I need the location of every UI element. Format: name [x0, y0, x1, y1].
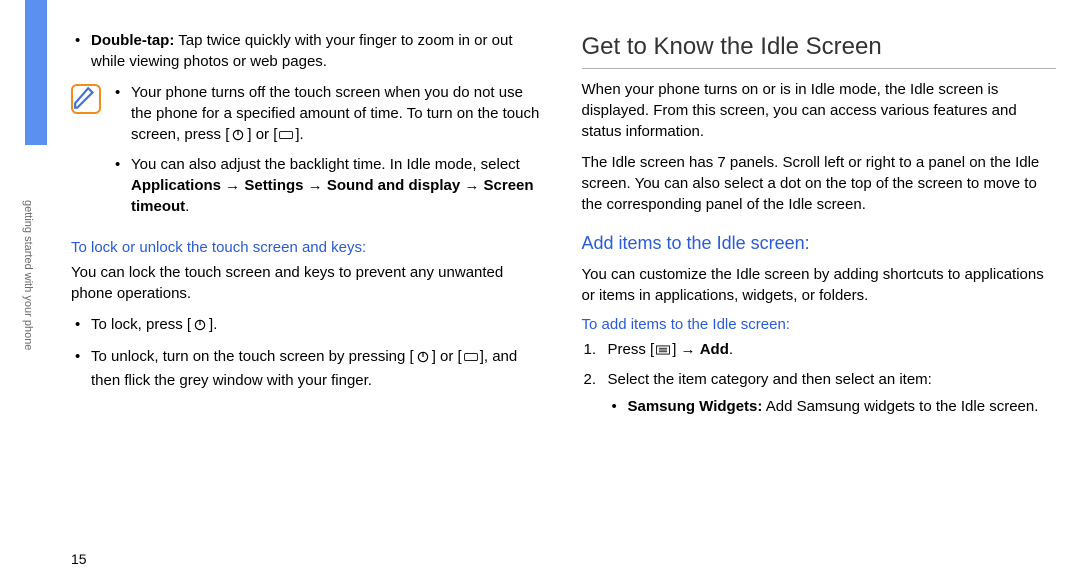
lock-description: You can lock the touch screen and keys t… [71, 262, 546, 304]
add-step-2: Select the item category and then select… [582, 369, 1057, 417]
idle-para-2: The Idle screen has 7 panels. Scroll lef… [582, 152, 1057, 215]
side-tab [25, 0, 47, 145]
page-content: Double-tap: Tap twice quickly with your … [71, 30, 1056, 535]
lock-step-1: To lock, press []. [71, 314, 546, 338]
lock-step-2: To unlock, turn on the touch screen by p… [71, 346, 546, 391]
note-icon [71, 84, 101, 114]
idle-para-1: When your phone turns on or is in Idle m… [582, 79, 1057, 142]
power-icon [416, 349, 430, 370]
note-item-1: Your phone turns off the touch screen wh… [111, 82, 546, 148]
add-items-para: You can customize the Idle screen by add… [582, 264, 1057, 306]
section-title-idle: Get to Know the Idle Screen [582, 30, 1057, 69]
item-categories: Samsung Widgets: Add Samsung widgets to … [608, 396, 1057, 417]
power-icon [193, 317, 207, 338]
home-key-icon [464, 349, 478, 370]
note-item-2: You can also adjust the backlight time. … [111, 154, 546, 217]
add-items-heading: Add items to the Idle screen: [582, 231, 1057, 256]
double-tap-label: Double-tap: [91, 32, 174, 49]
category-samsung-widgets: Samsung Widgets: Add Samsung widgets to … [608, 396, 1057, 417]
note-box: Your phone turns off the touch screen wh… [71, 82, 546, 223]
lock-heading: To lock or unlock the touch screen and k… [71, 239, 546, 256]
home-key-icon [279, 127, 293, 148]
add-step-1: Press [] → Add. [582, 339, 1057, 363]
add-items-steps: Press [] → Add. Select the item category… [582, 339, 1057, 417]
page-number: 15 [71, 551, 87, 567]
menu-icon [656, 342, 670, 363]
power-icon [231, 127, 245, 148]
add-items-subheading: To add items to the Idle screen: [582, 316, 1057, 333]
gesture-item-double-tap: Double-tap: Tap twice quickly with your … [71, 30, 546, 72]
note-content: Your phone turns off the touch screen wh… [111, 82, 546, 223]
lock-steps: To lock, press []. To unlock, turn on th… [71, 314, 546, 391]
gesture-list: Double-tap: Tap twice quickly with your … [71, 30, 546, 72]
side-label: getting started with your phone [22, 200, 34, 350]
